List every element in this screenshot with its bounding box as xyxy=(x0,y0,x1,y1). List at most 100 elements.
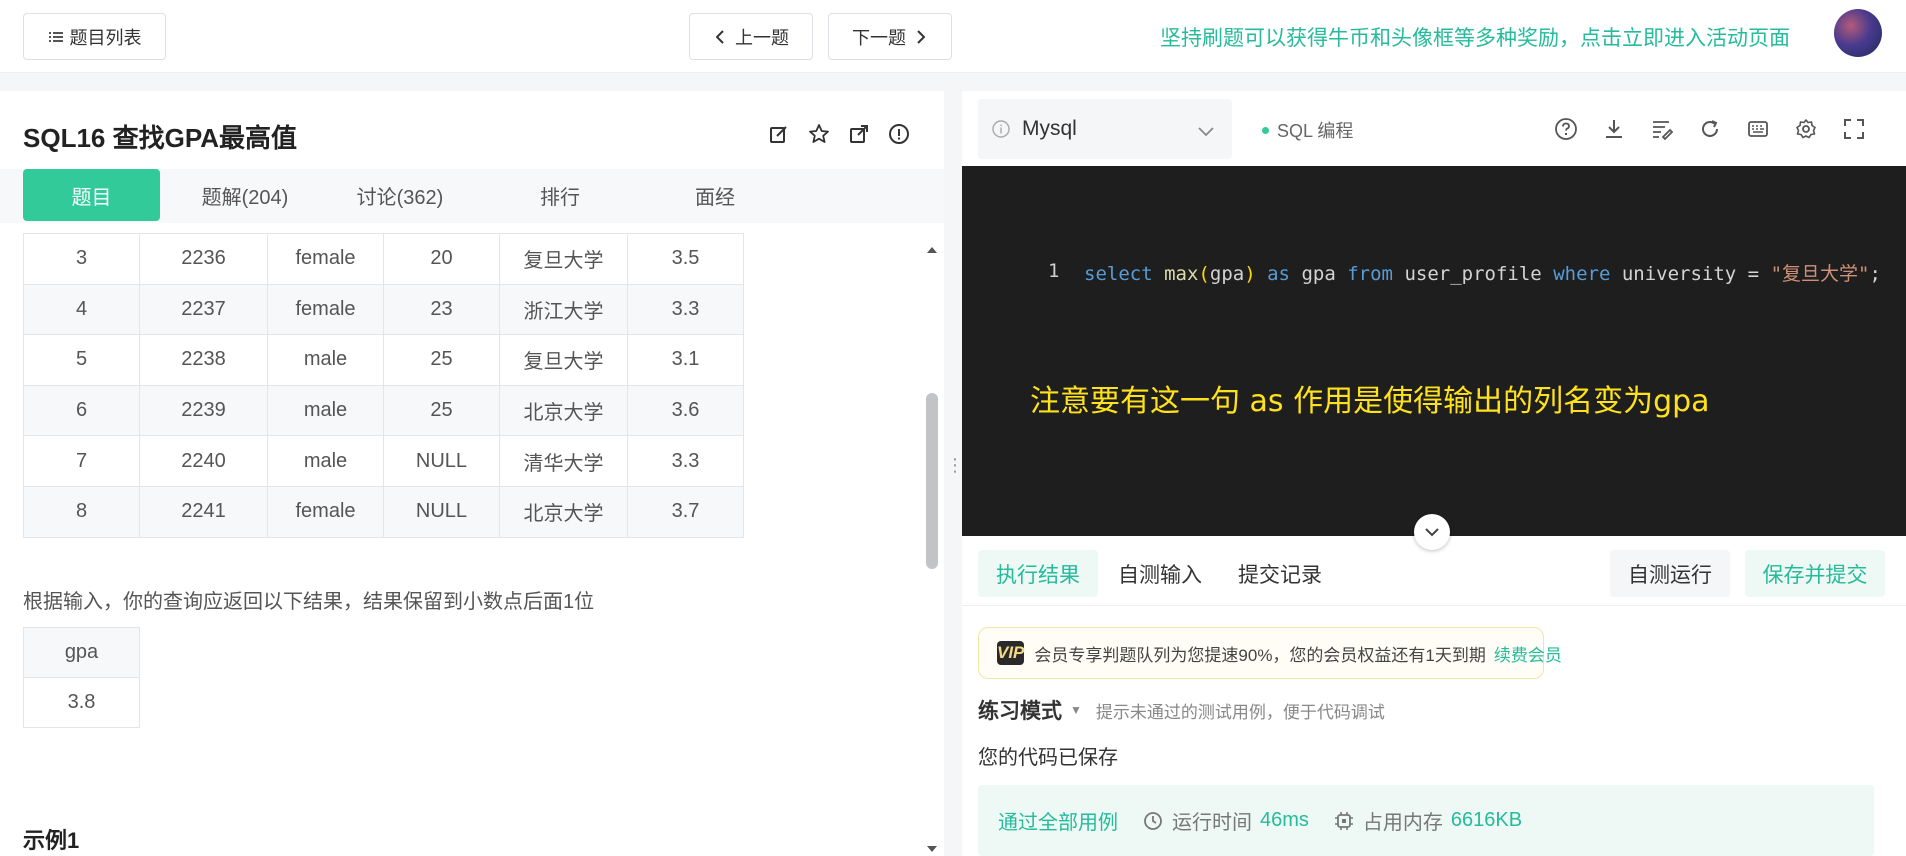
problem-panel: SQL16 查找GPA最高值 题目 题解(204) 讨论(362) 排行 面经 … xyxy=(0,91,944,856)
university-cell: 复旦大学 xyxy=(499,334,628,386)
share-icon[interactable] xyxy=(848,123,870,145)
age-cell: 25 xyxy=(383,384,500,437)
problem-title: SQL16 查找GPA最高值 xyxy=(23,123,298,153)
age-cell: 23 xyxy=(383,283,500,336)
tab-problem[interactable]: 题目 xyxy=(23,169,160,221)
gender-cell: male xyxy=(267,384,384,437)
code-keyword-select: select xyxy=(1084,263,1153,285)
panel-resize-handle[interactable]: ⋮ xyxy=(946,456,964,490)
collapse-editor-button[interactable] xyxy=(1414,514,1450,550)
prev-problem-button[interactable]: 上一题 xyxy=(689,13,813,60)
memory-label: 占用内存 xyxy=(1362,812,1443,834)
save-and-submit-button[interactable]: 保存并提交 xyxy=(1745,550,1885,597)
help-icon[interactable] xyxy=(1553,116,1579,142)
sample-data-table: 3 2236 female 20 复旦大学 3.5 4 2237 female 23 浙江大学 3.3… xyxy=(23,233,744,538)
result-value-cell: 3.8 xyxy=(23,677,140,728)
keyboard-icon[interactable] xyxy=(1745,116,1771,142)
user-avatar[interactable] xyxy=(1834,9,1882,57)
vip-banner: VIP 会员专享判题队列为您提速90%，您的会员权益还有1天到期 续费会员 xyxy=(978,627,1562,679)
line-number: 1 xyxy=(1048,260,1060,282)
download-icon[interactable] xyxy=(1601,116,1627,142)
gpa-cell: 3.3 xyxy=(627,283,744,336)
table-row: gpa xyxy=(23,627,140,678)
gender-cell: female xyxy=(267,233,384,285)
result-header-cell: gpa xyxy=(23,627,140,678)
gpa-cell: 3.1 xyxy=(627,334,744,386)
next-problem-label: 下一题 xyxy=(852,27,906,48)
tab-interview[interactable]: 面经 xyxy=(650,169,780,221)
code-alias: gpa xyxy=(1301,263,1336,285)
editor-mode-label: SQL 编程 xyxy=(1277,121,1354,141)
runtime-label: 运行时间 xyxy=(1172,812,1252,834)
title-actions xyxy=(768,123,910,145)
gpa-cell: 3.3 xyxy=(627,435,744,487)
chip-icon xyxy=(1333,810,1355,832)
clock-icon xyxy=(1142,810,1164,832)
code-condition: university = xyxy=(1621,263,1760,285)
annotation-text: 注意要有这一句 as 作用是使得输出的列名变为gpa xyxy=(1030,384,1710,419)
device-id-cell: 2238 xyxy=(139,334,268,386)
settings-icon[interactable] xyxy=(1793,116,1819,142)
renew-membership-link[interactable]: 续费会员 xyxy=(1494,641,1562,666)
report-icon[interactable] xyxy=(888,123,910,145)
practice-mode-hint: 提示未通过的测试用例，便于代码调试 xyxy=(1095,702,1385,722)
result-summary: 通过全部用例 运行时间 46ms 占用内存 6616KB xyxy=(978,785,1874,856)
table-row: 6 2239 male 25 北京大学 3.6 xyxy=(23,384,744,437)
age-cell: NULL xyxy=(383,485,500,538)
tab-discussion[interactable]: 讨论(362) xyxy=(335,169,465,221)
device-id-cell: 2236 xyxy=(139,233,268,285)
id-cell: 4 xyxy=(23,283,140,336)
practice-mode[interactable]: 练习模式 ▼ 提示未通过的测试用例，便于代码调试 xyxy=(978,695,1385,725)
scrollbar-thumb[interactable] xyxy=(926,393,938,569)
table-row: 8 2241 female NULL 北京大学 3.7 xyxy=(23,485,744,538)
saved-message: 您的代码已保存 xyxy=(978,747,1118,769)
activity-promo-link[interactable]: 坚持刷题可以获得牛币和头像框等多种奖励，点击立即进入活动页面 xyxy=(1160,22,1790,52)
table-row: 7 2240 male NULL 清华大学 3.3 xyxy=(23,435,744,487)
editor-mode: SQL 编程 xyxy=(1262,117,1353,143)
university-cell: 北京大学 xyxy=(499,384,628,437)
console-tabs: 执行结果 自测输入 提交记录 自测运行 保存并提交 xyxy=(962,546,1906,606)
fullscreen-icon[interactable] xyxy=(1841,116,1867,142)
device-id-cell: 2241 xyxy=(139,485,268,538)
editor-panel: Mysql SQL 编程 1 select max(gpa) as gpa fr… xyxy=(962,91,1906,856)
gender-cell: male xyxy=(267,435,384,487)
code-string: "复旦大学" xyxy=(1770,263,1870,285)
reset-icon[interactable] xyxy=(1697,116,1723,142)
table-row: 3.8 xyxy=(23,677,140,728)
star-icon[interactable] xyxy=(808,123,830,145)
gpa-cell: 3.5 xyxy=(627,233,744,285)
university-cell: 浙江大学 xyxy=(499,283,628,336)
gender-cell: male xyxy=(267,334,384,386)
tab-custom-input[interactable]: 自测输入 xyxy=(1100,550,1220,597)
practice-mode-label: 练习模式 xyxy=(978,700,1062,723)
vip-badge: VIP xyxy=(997,641,1025,665)
age-cell: NULL xyxy=(383,435,500,487)
next-problem-button[interactable]: 下一题 xyxy=(828,13,952,60)
code-table: user_profile xyxy=(1404,263,1542,285)
code-keyword-from: from xyxy=(1347,263,1393,285)
problem-tabs: 题目 题解(204) 讨论(362) 排行 面经 xyxy=(0,169,944,223)
caret-down-icon: ▼ xyxy=(1070,703,1082,717)
university-cell: 北京大学 xyxy=(499,485,628,538)
tab-ranking[interactable]: 排行 xyxy=(495,169,625,221)
id-cell: 3 xyxy=(23,233,140,285)
university-cell: 复旦大学 xyxy=(499,233,628,285)
format-code-icon[interactable] xyxy=(1649,116,1675,142)
gpa-cell: 3.6 xyxy=(627,384,744,437)
language-select[interactable]: Mysql xyxy=(978,99,1232,159)
self-test-run-button[interactable]: 自测运行 xyxy=(1610,550,1730,597)
problem-list-button[interactable]: 题目列表 xyxy=(23,13,166,60)
runtime-value: 46ms xyxy=(1260,809,1309,831)
tab-submission-history[interactable]: 提交记录 xyxy=(1220,550,1340,597)
chevron-down-icon xyxy=(1198,119,1214,143)
code-semicolon: ; xyxy=(1869,263,1881,285)
list-icon xyxy=(48,29,64,45)
code-line[interactable]: select max(gpa) as gpa from user_profile… xyxy=(1084,260,1894,289)
edit-icon[interactable] xyxy=(768,123,790,145)
tab-solutions[interactable]: 题解(204) xyxy=(180,169,310,221)
tab-execution-result[interactable]: 执行结果 xyxy=(978,550,1098,597)
device-id-cell: 2239 xyxy=(139,384,268,437)
gpa-cell: 3.7 xyxy=(627,485,744,538)
code-editor[interactable]: 1 select max(gpa) as gpa from user_profi… xyxy=(962,166,1906,536)
pass-status: 通过全部用例 xyxy=(998,812,1118,834)
